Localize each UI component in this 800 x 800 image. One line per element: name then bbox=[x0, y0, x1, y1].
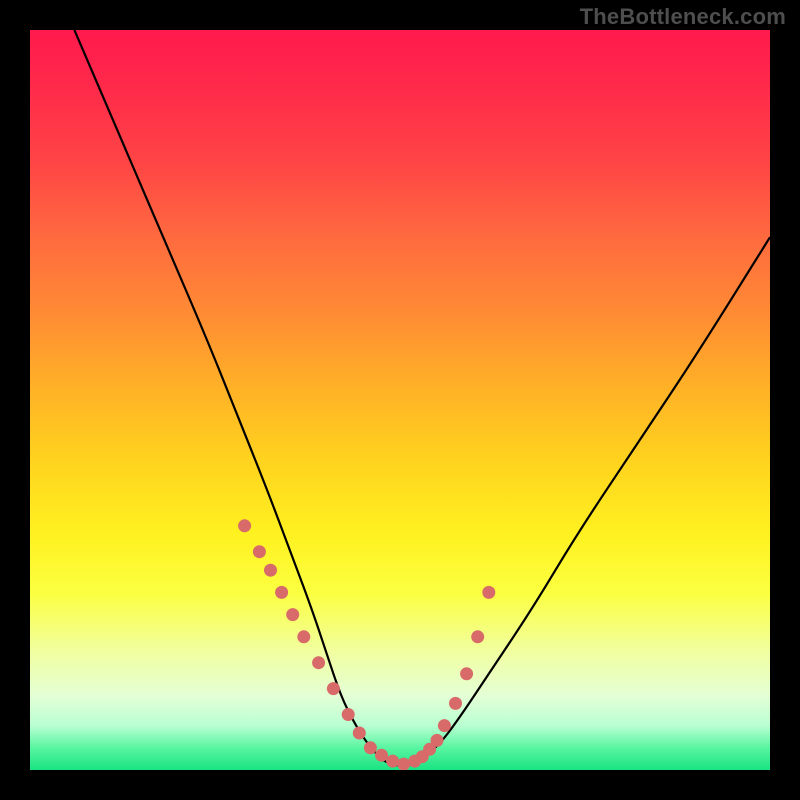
marker-dot bbox=[238, 519, 251, 532]
chart-stage: TheBottleneck.com bbox=[0, 0, 800, 800]
marker-dot bbox=[364, 741, 377, 754]
marker-dot bbox=[386, 755, 399, 768]
marker-dot bbox=[438, 719, 451, 732]
marker-dot bbox=[312, 656, 325, 669]
marker-dot bbox=[449, 697, 462, 710]
marker-dot bbox=[397, 758, 410, 770]
marker-dot bbox=[431, 734, 444, 747]
marker-dot bbox=[286, 608, 299, 621]
marker-dot bbox=[264, 564, 277, 577]
marker-dot bbox=[297, 630, 310, 643]
marker-dot bbox=[353, 727, 366, 740]
marker-dot bbox=[375, 749, 388, 762]
watermark-label: TheBottleneck.com bbox=[580, 4, 786, 30]
bottleneck-curve bbox=[74, 30, 770, 765]
marker-dot bbox=[342, 708, 355, 721]
plot-area bbox=[30, 30, 770, 770]
marker-dot bbox=[327, 682, 340, 695]
marker-group bbox=[238, 519, 495, 770]
marker-dot bbox=[471, 630, 484, 643]
marker-dot bbox=[482, 586, 495, 599]
marker-dot bbox=[460, 667, 473, 680]
marker-dot bbox=[253, 545, 266, 558]
curve-layer bbox=[30, 30, 770, 770]
marker-dot bbox=[275, 586, 288, 599]
